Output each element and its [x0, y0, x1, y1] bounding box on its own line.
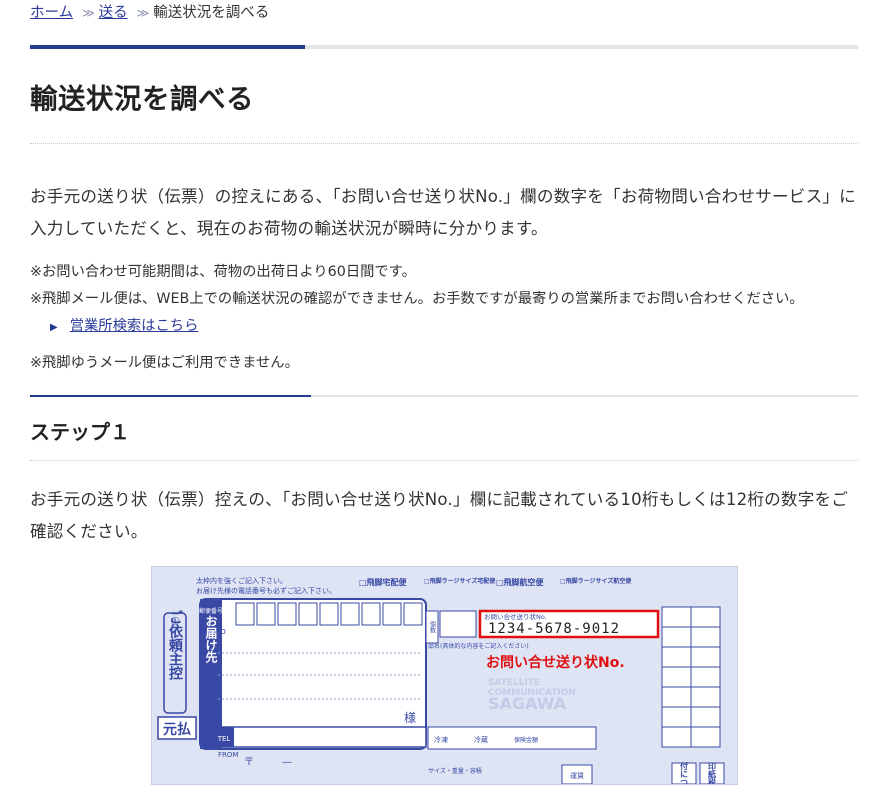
breadcrumb: ホーム ≫ 送る ≫ 輸送状況を調べる	[30, 3, 269, 23]
slip-checkbox-2: □飛脚ラージサイズ宅配便	[424, 577, 496, 585]
waybill-illustration: 太枠内を強くご記入下さい。 お届け先様の電話番号も必ずご記入下さい。 □飛脚宅配…	[152, 567, 737, 784]
slip-callout: お問い合せ送り状No.	[486, 654, 625, 671]
slip-checkbox-4: □飛脚ラージサイズ航空便	[560, 577, 632, 585]
slip-postal-mark: 〒	[244, 757, 254, 768]
slip-insurance: 保険金額	[514, 736, 538, 744]
step-divider	[30, 460, 858, 461]
title-divider	[30, 143, 858, 144]
slip-deliver-label: お届け先	[204, 615, 218, 664]
breadcrumb-home-link[interactable]: ホーム	[30, 5, 73, 21]
slip-dash: —	[282, 757, 292, 768]
slip-options-row: 冷凍 冷蔵 保険金額	[427, 726, 597, 750]
triangle-right-icon: ▶	[50, 322, 58, 333]
slip-size-label: サイズ・重量・容積	[428, 767, 482, 775]
slip-count-input	[439, 610, 477, 638]
office-search-link[interactable]: 営業所検索はこちら	[70, 318, 199, 334]
slip-tel-label: TEL	[217, 735, 231, 743]
lead-text: お手元の送り状（伝票）の控えにある、「お問い合せ送り状No.」欄の数字を「お荷物…	[30, 187, 856, 238]
breadcrumb-separator-icon: ≫	[82, 6, 94, 20]
slip-instruction-2: お届け先様の電話番号も必ずご記入下さい。	[196, 586, 336, 595]
slip-from-label: FROM	[218, 751, 238, 759]
step-top-rule-accent	[30, 395, 311, 397]
slip-inquiry-label: お問い合せ送り状No.	[484, 612, 547, 621]
note-yu-mail: ※飛脚ゆうメール便はご利用できません。	[30, 355, 299, 371]
office-search-item: ▶ 営業所検索はこちら	[50, 316, 198, 338]
title-top-rule	[30, 45, 858, 49]
slip-checkbox-3: □飛脚航空便	[496, 577, 545, 587]
step1-title: ステップ１	[30, 420, 130, 444]
slip-to-label: TO	[215, 628, 226, 636]
slip-chilled: 冷蔵	[474, 735, 488, 744]
step-top-rule	[30, 395, 858, 397]
slip-watermark-3: SAGAWA	[488, 694, 567, 713]
page-title: 輸送状況を調べる	[30, 83, 254, 115]
waybill-image: 太枠内を強くご記入下さい。 お届け先様の電話番号も必ずご記入下さい。 □飛脚宅配…	[151, 566, 738, 785]
slip-inquiry-number: 1234-5678-9012	[488, 621, 620, 637]
slip-postal-label: 郵便番号	[199, 607, 223, 615]
breadcrumb-current: 輸送状況を調べる	[153, 5, 270, 21]
slip-client-label: ご依頼主控	[167, 609, 183, 681]
slip-count-label: 個数	[429, 620, 436, 634]
slip-fare-label: 運賃	[570, 771, 584, 780]
slip-cold: 冷凍	[434, 735, 448, 744]
slip-motobarai: 元払	[163, 721, 191, 738]
slip-right-col-2: 印紙税	[708, 761, 717, 784]
step1-text: お手元の送り状（伝票）控えの、「お問い合せ送り状No.」欄に記載されている10桁…	[30, 490, 849, 541]
breadcrumb-send-link[interactable]: 送る	[99, 5, 128, 21]
slip-item-label: 品名(具体的な内容をご記入ください)	[428, 642, 529, 650]
title-top-rule-accent	[30, 45, 305, 49]
slip-watermark-1: SATELLITE	[488, 678, 540, 688]
note-hikyaku-mail: ※飛脚メール便は、WEB上での輸送状況の確認ができません。お手数ですが最寄りの営…	[30, 291, 804, 307]
slip-postal-boxes	[235, 602, 423, 626]
note-period: ※お問い合わせ可能期間は、荷物の出荷日より60日間です。	[30, 264, 416, 280]
slip-sama: 様	[404, 711, 416, 725]
slip-tel-row	[213, 726, 427, 748]
slip-instruction-1: 太枠内を強くご記入下さい。	[196, 576, 287, 585]
breadcrumb-separator-icon: ≫	[136, 6, 149, 20]
slip-checkbox-1: □飛脚宅配便	[359, 577, 408, 587]
slip-right-col-1: 付につ	[680, 761, 689, 784]
